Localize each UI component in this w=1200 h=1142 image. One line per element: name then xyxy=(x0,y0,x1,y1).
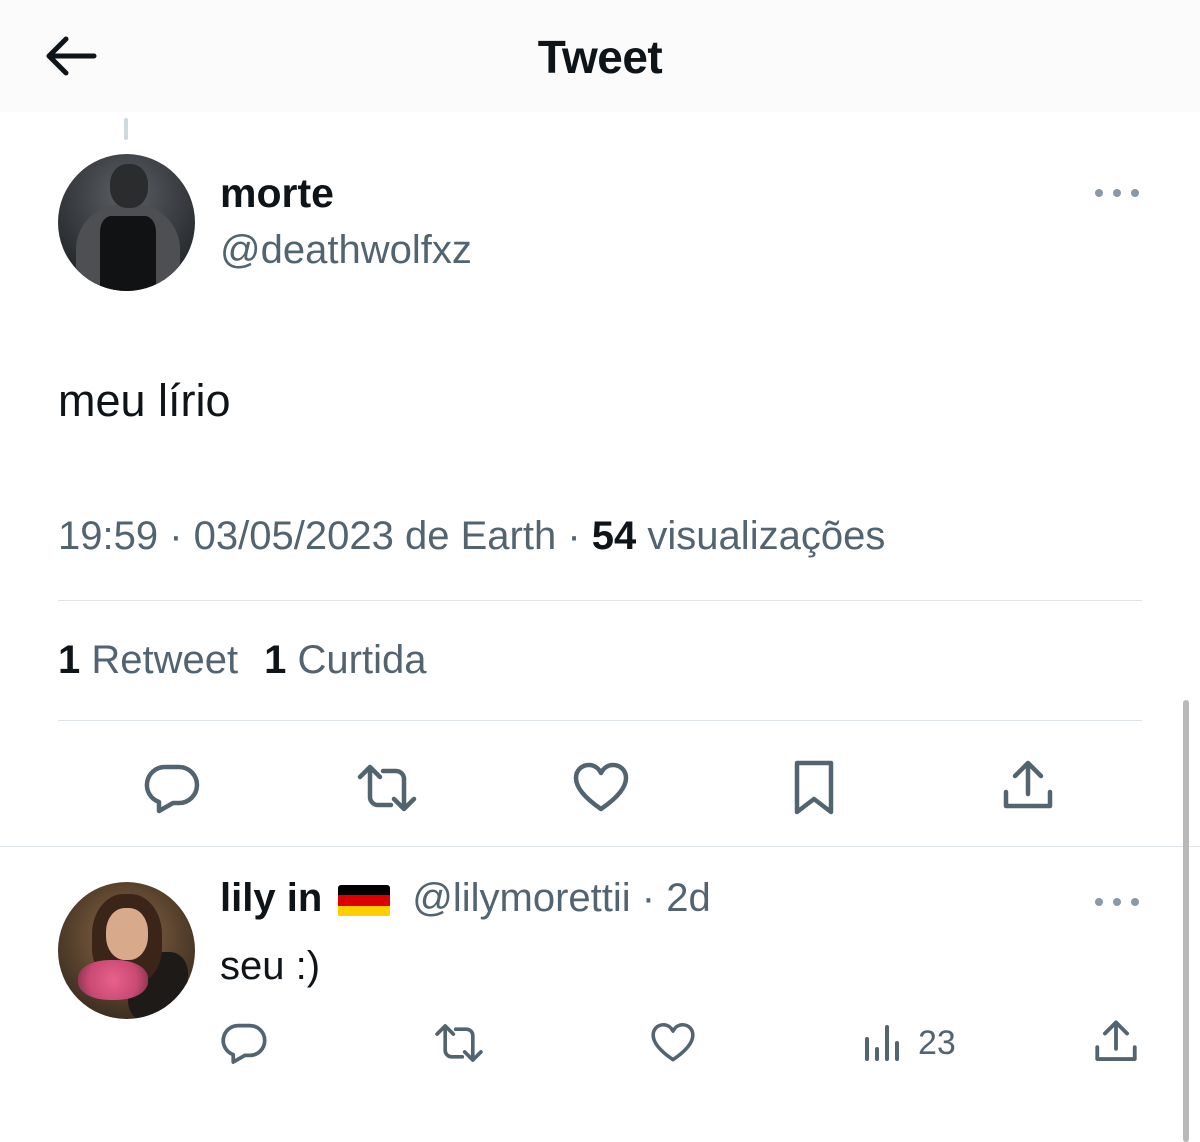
thread-connector-line xyxy=(124,118,128,140)
tweet-metadata: 19:59 · 03/05/2023 de Earth · 54 visuali… xyxy=(58,514,886,558)
like-icon xyxy=(573,762,629,812)
like-button[interactable] xyxy=(570,758,632,818)
reply-text: seu :) xyxy=(220,944,321,988)
likes-label: Curtida xyxy=(297,638,427,682)
reply-age: 2d xyxy=(666,876,711,920)
reply-icon xyxy=(144,764,200,814)
retweet-icon xyxy=(357,764,417,812)
page-title: Tweet xyxy=(537,31,663,83)
share-button[interactable] xyxy=(998,756,1058,816)
retweets-label: Retweet xyxy=(91,638,239,682)
reply-retweet-button[interactable] xyxy=(432,1018,486,1068)
share-icon xyxy=(1003,760,1053,809)
reply-author-handle[interactable]: @lilymorettii xyxy=(412,876,630,921)
author-avatar[interactable] xyxy=(58,154,195,291)
top-bar: Tweet xyxy=(0,0,1200,112)
reply-views-count: 23 xyxy=(918,1023,956,1062)
divider xyxy=(0,846,1200,847)
retweet-icon xyxy=(435,1024,483,1062)
reply-reply-button[interactable] xyxy=(218,1018,270,1068)
separator-dot: · xyxy=(630,876,667,920)
reply-share-button[interactable] xyxy=(1090,1016,1142,1068)
like-icon xyxy=(651,1022,695,1062)
author-handle[interactable]: @deathwolfxz xyxy=(220,228,472,273)
retweet-button[interactable] xyxy=(354,758,420,818)
reply-views-button[interactable]: 23 xyxy=(862,1018,972,1068)
source-prefix: de xyxy=(405,514,450,558)
tweet-text: meu lírio xyxy=(58,375,231,426)
reply-like-button[interactable] xyxy=(648,1018,698,1068)
bookmark-button[interactable] xyxy=(788,758,840,818)
share-icon xyxy=(1095,1020,1137,1061)
more-dots-icon xyxy=(1095,898,1103,906)
more-options-button[interactable] xyxy=(1095,183,1139,203)
reply-icon xyxy=(221,1023,267,1064)
reply-more-options-button[interactable] xyxy=(1095,892,1139,912)
views-label: visualizações xyxy=(647,514,886,558)
tweet-source: Earth xyxy=(460,514,557,558)
more-dots-icon xyxy=(1095,189,1103,197)
engagement-stats: 1 Retweet 1 Curtida xyxy=(58,638,426,683)
tweet-time[interactable]: 19:59 xyxy=(58,514,158,558)
tweet-date[interactable]: 03/05/2023 xyxy=(194,514,394,558)
germany-flag-icon xyxy=(338,884,391,917)
reply-header: lily in @lilymorettii · 2d xyxy=(220,876,711,921)
reply-author-avatar[interactable] xyxy=(58,882,195,1019)
reply-button[interactable] xyxy=(140,758,204,818)
retweets-stat[interactable]: 1 Retweet xyxy=(58,638,238,682)
likes-count: 1 xyxy=(264,638,287,682)
likes-stat[interactable]: 1 Curtida xyxy=(264,638,426,682)
bookmark-icon xyxy=(794,760,834,815)
author-name[interactable]: morte xyxy=(220,170,334,217)
divider xyxy=(58,600,1142,601)
reply-author-name[interactable]: lily in xyxy=(220,876,322,921)
divider xyxy=(58,720,1142,721)
views-count: 54 xyxy=(591,514,637,558)
views-icon xyxy=(865,1025,899,1061)
tweet-detail-screen: Tweet morte @deathwolfxz meu lírio 19:59… xyxy=(0,0,1200,1142)
scrollbar[interactable] xyxy=(1183,700,1189,1142)
retweets-count: 1 xyxy=(58,638,81,682)
